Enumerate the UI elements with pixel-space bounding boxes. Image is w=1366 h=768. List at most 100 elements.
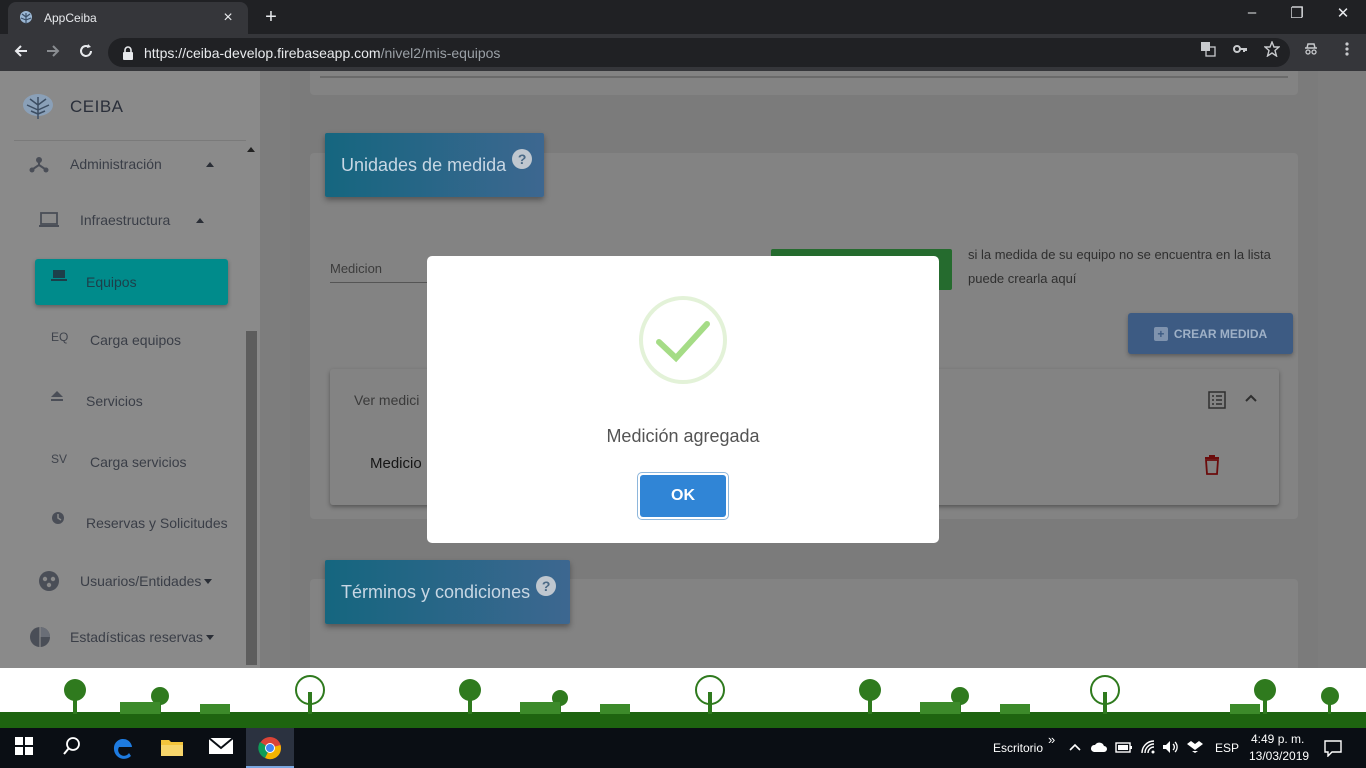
url-path: /nivel2/mis-equipos — [380, 44, 501, 61]
new-tab-button[interactable]: + — [260, 6, 282, 29]
incognito-icon[interactable] — [1302, 41, 1320, 59]
hierarchy-icon — [28, 153, 50, 175]
dialog-message: Medición agregada — [606, 426, 760, 446]
sidebar-item-label: Servicios — [86, 393, 143, 409]
lock-icon — [123, 45, 133, 60]
units-section-header: Unidades de medida ? — [325, 133, 544, 197]
edge-browser-icon[interactable] — [111, 736, 135, 760]
sidebar-divider — [14, 140, 246, 141]
key-icon[interactable] — [1231, 41, 1249, 59]
medicion-row-label: Medicio — [370, 455, 422, 472]
clock-icon — [51, 511, 65, 528]
mail-icon[interactable] — [208, 736, 234, 760]
trash-icon[interactable] — [1204, 455, 1220, 480]
sidebar-item-label: Carga servicios — [90, 454, 187, 470]
sidebar-item-servicios[interactable]: Servicios — [50, 391, 143, 409]
wifi-icon[interactable] — [1140, 739, 1156, 760]
file-explorer-icon[interactable] — [160, 736, 184, 760]
sidebar-item-estadisticas[interactable]: Estadísticas reservas — [29, 626, 215, 648]
bookmark-star-icon[interactable] — [1263, 40, 1281, 59]
terms-section-header: Términos y condiciones ? — [325, 560, 570, 624]
terms-section-title: Términos y condiciones — [341, 581, 531, 602]
restore-button[interactable]: ❐ — [1277, 4, 1317, 22]
windows-taskbar: Escritorio » ESP 4:49 p. m. 13/03/2019 — [0, 728, 1366, 768]
sidebar-item-label: Infraestructura — [80, 212, 171, 228]
ok-button-label: OK — [640, 475, 726, 517]
language-indicator[interactable]: ESP — [1215, 741, 1239, 755]
sidebar-item-label: Reservas y Solicitudes — [86, 515, 228, 531]
tab-close-icon[interactable]: × — [218, 9, 238, 27]
sidebar-item-infraestructura[interactable]: Infraestructura — [38, 209, 218, 231]
chrome-taskbar-button[interactable] — [246, 728, 294, 768]
volume-icon[interactable] — [1162, 739, 1180, 760]
sidebar-item-prefix: SV — [51, 452, 68, 466]
previous-section-card — [310, 71, 1298, 95]
menu-dots-icon[interactable] — [1338, 41, 1356, 59]
search-icon[interactable] — [62, 736, 86, 760]
success-dialog: Medición agregada OK — [427, 256, 939, 543]
caret-down-icon — [204, 578, 213, 584]
sidebar-item-label: Administración — [70, 156, 162, 172]
close-window-button[interactable]: ✕ — [1323, 4, 1363, 22]
sidebar-item-carga-equipos[interactable]: EQ Carga equipos — [51, 330, 182, 348]
caret-up-icon — [196, 217, 204, 223]
sidebar-brand[interactable]: CEIBA — [22, 93, 124, 121]
tab-title: AppCeiba — [44, 11, 97, 25]
users-icon — [38, 570, 60, 592]
medicion-field-label: Medicion — [330, 261, 383, 276]
help-icon[interactable]: ? — [512, 149, 533, 169]
laptop-icon — [51, 269, 67, 286]
forward-arrow-icon[interactable] — [42, 42, 64, 64]
chevron-up-icon[interactable] — [1068, 740, 1082, 758]
reload-icon[interactable] — [75, 42, 97, 64]
chevron-up-icon[interactable] — [1244, 391, 1258, 409]
onedrive-cloud-icon[interactable] — [1090, 740, 1108, 758]
forest-footer-banner — [0, 668, 1366, 728]
address-bar[interactable]: https://ceiba-develop.firebaseapp.com /n… — [108, 38, 1290, 67]
chrome-icon — [258, 737, 281, 760]
back-arrow-icon[interactable] — [10, 42, 32, 64]
battery-icon[interactable] — [1115, 740, 1133, 759]
list-icon[interactable] — [1208, 391, 1226, 414]
browser-tab[interactable]: AppCeiba × — [8, 2, 248, 34]
add-box-icon: + — [1153, 326, 1168, 341]
notifications-icon[interactable] — [1324, 739, 1342, 762]
ok-button[interactable]: OK — [637, 472, 729, 520]
sidebar-item-equipos[interactable]: Equipos — [35, 259, 228, 305]
translate-icon[interactable] — [1199, 41, 1217, 59]
ceiba-tree-icon — [23, 94, 53, 119]
brand-name: CEIBA — [70, 97, 124, 116]
pie-chart-icon — [29, 626, 51, 648]
create-measure-hint: si la medida de su equipo no se encuentr… — [968, 247, 1271, 286]
caret-up-icon — [206, 161, 214, 167]
tree-favicon-icon — [20, 11, 32, 24]
forest-silhouette-image — [0, 675, 1366, 728]
sidebar: CEIBA Administración Infraestructura Equ… — [0, 71, 260, 668]
sidebar-item-usuarios[interactable]: Usuarios/Entidades — [38, 570, 213, 592]
success-check-icon — [639, 296, 727, 384]
browser-tabstrip: AppCeiba × + – ❐ ✕ — [0, 0, 1366, 34]
sidebar-item-administracion[interactable]: Administración — [28, 153, 218, 175]
help-icon[interactable]: ? — [536, 576, 557, 596]
sidebar-scrollbar-thumb[interactable] — [246, 331, 257, 665]
eject-icon — [50, 389, 66, 405]
clock-time[interactable]: 4:49 p. m. — [1251, 732, 1304, 746]
browser-toolbar: https://ceiba-develop.firebaseapp.com /n… — [0, 34, 1366, 71]
desktop-label[interactable]: Escritorio — [993, 741, 1043, 755]
sidebar-item-label: Usuarios/Entidades — [80, 573, 202, 589]
sidebar-item-label: Estadísticas reservas — [70, 629, 204, 645]
toolbar-chevron[interactable]: » — [1048, 732, 1055, 747]
sidebar-item-carga-servicios[interactable]: SV Carga servicios — [51, 452, 187, 470]
dropbox-icon[interactable] — [1187, 739, 1203, 760]
scroll-up-arrow-icon[interactable] — [247, 147, 255, 152]
panel-title: Ver medici — [354, 392, 420, 408]
crear-medida-button[interactable]: + CREAR MEDIDA — [1128, 313, 1293, 354]
url-host: https://ceiba-develop.firebaseapp.com — [144, 44, 381, 61]
laptop-icon — [38, 209, 60, 231]
sidebar-item-reservas[interactable]: Reservas y Solicitudes — [51, 511, 228, 531]
clock-date[interactable]: 13/03/2019 — [1249, 749, 1309, 763]
caret-down-icon — [206, 634, 215, 640]
minimize-button[interactable]: – — [1232, 4, 1272, 21]
sidebar-item-label: Carga equipos — [90, 332, 182, 348]
windows-start-icon[interactable] — [14, 736, 38, 760]
